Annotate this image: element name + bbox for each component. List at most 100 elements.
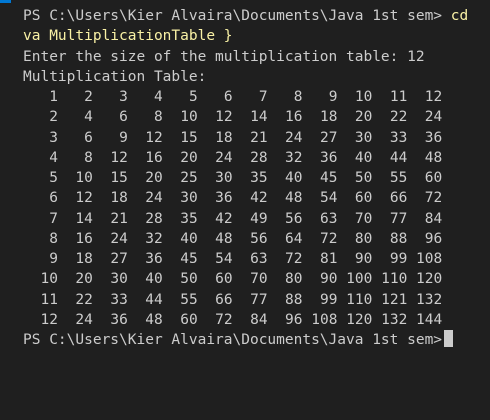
terminal-panel[interactable]: PS C:\Users\Kier Alvaira\Documents\Java … (0, 0, 490, 420)
table-cell: 20 (354, 109, 373, 126)
table-cell: 132 (416, 291, 443, 308)
table-cell: 48 (215, 230, 233, 247)
table-cell: 4 (49, 149, 58, 166)
table-cell: 63 (319, 210, 338, 227)
table-cell: 21 (250, 129, 268, 146)
table-cell: 4 (154, 89, 163, 105)
table-cell: 60 (424, 170, 443, 186)
table-cell: 12 (215, 109, 233, 126)
table-cell: 7 (258, 89, 268, 105)
table-cell: 6 (84, 129, 93, 146)
table-row: 12 24 36 48 60 72 84 96 108 120 132 144 (23, 310, 490, 330)
table-cell: 24 (110, 230, 128, 247)
table-cell: 88 (285, 291, 303, 308)
table-cell: 15 (180, 129, 198, 146)
table-cell: 30 (215, 170, 233, 186)
table-cell: 30 (354, 129, 373, 146)
table-cell: 10 (354, 89, 373, 105)
table-cell: 60 (354, 190, 373, 207)
table-cell: 22 (389, 109, 408, 126)
table-cell: 30 (180, 190, 198, 207)
table-cell: 21 (110, 210, 128, 227)
table-cell: 11 (40, 291, 58, 308)
table-cell: 12 (424, 89, 443, 105)
table-cell: 40 (145, 271, 163, 288)
table-cell: 96 (285, 311, 303, 328)
table-cell: 60 (215, 271, 233, 288)
table-cell: 24 (145, 190, 163, 207)
table-cell: 9 (49, 251, 58, 267)
table-cell: 108 (416, 251, 443, 267)
table-cell: 16 (145, 149, 163, 166)
table-cell: 35 (180, 210, 198, 227)
table-cell: 20 (75, 271, 93, 288)
table-cell: 45 (319, 170, 338, 186)
table-cell: 16 (285, 109, 303, 126)
table-cell: 40 (180, 230, 198, 247)
table-row: 1 2 3 4 5 6 7 8 9 10 11 12 (23, 87, 490, 107)
table-cell: 72 (319, 230, 338, 247)
table-cell: 84 (424, 210, 443, 227)
table-cell: 20 (180, 149, 198, 166)
table-cell: 25 (180, 170, 198, 186)
table-cell: 90 (319, 271, 338, 288)
table-cell: 8 (49, 230, 58, 247)
table-cell: 54 (215, 251, 233, 267)
table-cell: 24 (215, 149, 233, 166)
table-cell: 36 (145, 251, 163, 267)
table-row: 4 8 12 16 20 24 28 32 36 40 44 48 (23, 148, 490, 168)
table-cell: 110 (346, 291, 373, 308)
table-cell: 132 (381, 311, 408, 328)
table-row: 6 12 18 24 30 36 42 48 54 60 66 72 (23, 188, 490, 208)
table-cell: 10 (75, 170, 93, 186)
table-cell: 36 (110, 311, 128, 328)
table-cell: 56 (250, 230, 268, 247)
table-cell: 5 (49, 170, 58, 186)
table-cell: 120 (346, 311, 373, 328)
table-row: 8 16 24 32 40 48 56 64 72 80 88 96 (23, 229, 490, 249)
table-cell: 50 (180, 271, 198, 288)
table-cell: 80 (354, 230, 373, 247)
table-cell: 1 (49, 89, 58, 105)
table-cell: 77 (250, 291, 268, 308)
table-cell: 42 (215, 210, 233, 227)
table-cell: 15 (110, 170, 128, 186)
table-cell: 12 (110, 149, 128, 166)
table-cell: 54 (319, 190, 338, 207)
table-cell: 14 (250, 109, 268, 126)
command-line-final[interactable]: PS C:\Users\Kier Alvaira\Documents\Java … (23, 330, 490, 350)
table-cell: 28 (250, 149, 268, 166)
table-cell: 80 (285, 271, 303, 288)
table-cell: 36 (424, 129, 443, 146)
table-cell: 3 (49, 129, 58, 146)
table-cell: 6 (49, 190, 58, 207)
table-cell: 18 (75, 251, 93, 267)
table-cell: 20 (145, 170, 163, 186)
table-cell: 66 (215, 291, 233, 308)
table-cell: 84 (250, 311, 268, 328)
table-row: 11 22 33 44 55 66 77 88 99 110 121 132 (23, 290, 490, 310)
table-cell: 99 (389, 251, 408, 267)
table-cell: 49 (250, 210, 268, 227)
table-cell: 27 (319, 129, 338, 146)
table-cell: 99 (319, 291, 338, 308)
table-title: Multiplication Table: (23, 68, 207, 85)
table-cell: 7 (49, 210, 58, 227)
table-cell: 8 (84, 149, 93, 166)
command-text: cd (450, 8, 469, 24)
table-cell: 108 (311, 311, 338, 328)
table-cell: 18 (319, 109, 338, 126)
table-cell: 72 (215, 311, 233, 328)
table-cell: 48 (285, 190, 303, 207)
table-cell: 40 (354, 149, 373, 166)
prompt: PS C:\Users\Kier Alvaira\Documents\Java … (23, 8, 451, 24)
table-cell: 36 (215, 190, 233, 207)
table-cell: 120 (416, 271, 443, 288)
table-cell: 50 (354, 170, 373, 186)
text-cursor (444, 330, 454, 347)
table-cell: 14 (75, 210, 93, 227)
active-tab-indicator (0, 0, 11, 3)
table-cell: 28 (145, 210, 163, 227)
table-cell: 100 (346, 271, 373, 288)
table-cell: 12 (75, 190, 93, 207)
